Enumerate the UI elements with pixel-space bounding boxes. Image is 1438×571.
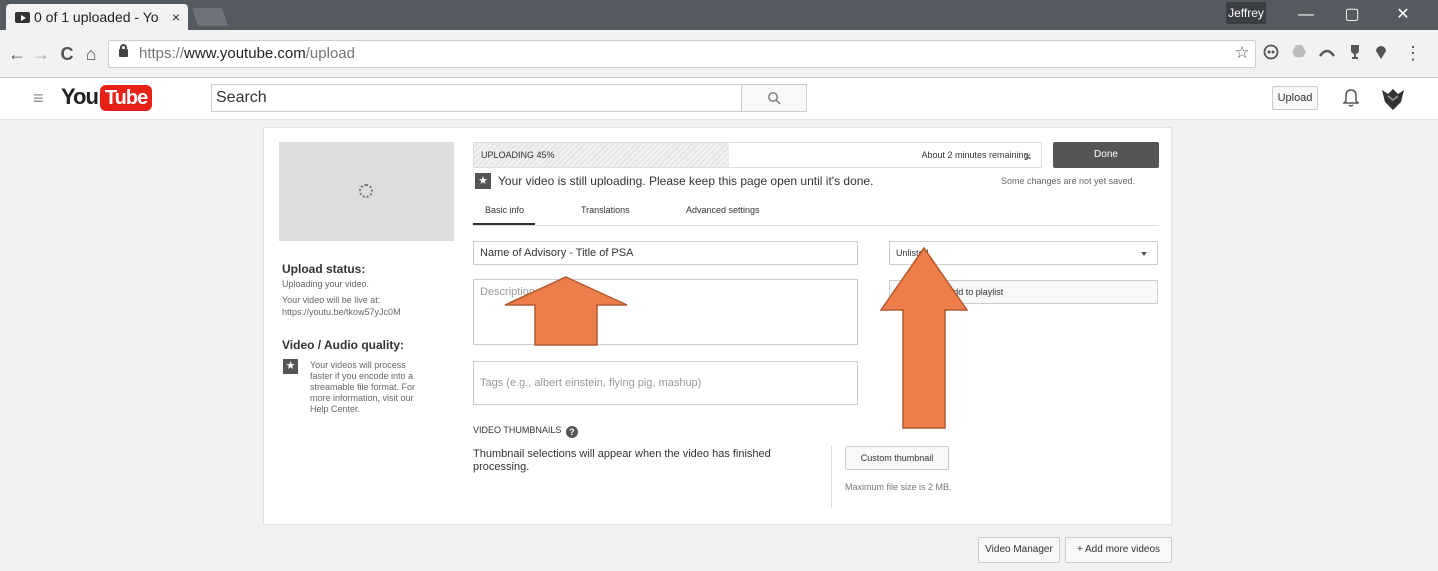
star-icon: ★ bbox=[283, 359, 298, 374]
upload-progress-label: UPLOADING 45% bbox=[481, 150, 555, 160]
browser-tab[interactable]: 0 of 1 uploaded - Yo × bbox=[6, 4, 188, 30]
browser-toolbar: ← → C ⌂ https://www.youtube.com/upload ☆… bbox=[0, 30, 1438, 78]
minimize-button[interactable]: — bbox=[1283, 2, 1329, 28]
annotation-arrow-up-left bbox=[504, 276, 628, 346]
account-avatar[interactable] bbox=[1380, 86, 1406, 112]
upload-progress-bar: UPLOADING 45% About 2 minutes remaining. bbox=[473, 142, 1042, 168]
extension-pin-icon[interactable] bbox=[1372, 44, 1390, 62]
extension-drive-icon[interactable] bbox=[1290, 44, 1308, 62]
browser-title-bar: 0 of 1 uploaded - Yo × Jeffrey — ▢ ✕ bbox=[0, 0, 1438, 30]
url-scheme: https:// bbox=[139, 45, 185, 62]
address-bar[interactable]: https://www.youtube.com/upload bbox=[108, 40, 1256, 68]
tab-translations[interactable]: Translations bbox=[581, 205, 630, 215]
hamburger-menu-icon[interactable]: ≡ bbox=[33, 88, 44, 109]
new-tab-button[interactable] bbox=[191, 8, 229, 26]
video-manager-button[interactable]: Video Manager bbox=[978, 537, 1060, 563]
time-remaining: About 2 minutes remaining. bbox=[921, 150, 1031, 160]
lock-icon bbox=[119, 44, 128, 57]
extension-trophy-icon[interactable] bbox=[1346, 44, 1364, 62]
help-icon[interactable]: ? bbox=[565, 426, 578, 438]
quality-heading: Video / Audio quality: bbox=[282, 338, 405, 352]
unsaved-changes-note: Some changes are not yet saved. bbox=[1001, 176, 1136, 186]
annotation-arrow-up-right bbox=[879, 246, 969, 429]
youtube-favicon-icon bbox=[15, 12, 30, 23]
url-host: www.youtube.com bbox=[184, 45, 306, 62]
extension-quote-icon[interactable] bbox=[1262, 44, 1280, 62]
extension-wave-icon[interactable] bbox=[1318, 44, 1336, 62]
thumbnail-divider bbox=[831, 446, 832, 508]
tab-basic-info[interactable]: Basic info bbox=[485, 205, 524, 215]
bookmark-star-icon[interactable]: ☆ bbox=[1233, 44, 1251, 62]
live-at-text: Your video will be live at: bbox=[282, 295, 381, 305]
maximize-button[interactable]: ▢ bbox=[1329, 2, 1375, 28]
tab-advanced-settings[interactable]: Advanced settings bbox=[686, 205, 760, 215]
logo-you-text: You bbox=[61, 84, 99, 109]
done-button[interactable]: Done bbox=[1053, 142, 1159, 168]
notifications-bell-icon[interactable] bbox=[1342, 88, 1360, 114]
chrome-menu-icon[interactable]: ⋮ bbox=[1404, 44, 1422, 62]
search-input[interactable]: Search bbox=[211, 84, 742, 112]
tags-input[interactable]: Tags (e.g., albert einstein, flying pig,… bbox=[473, 361, 858, 405]
thumbnails-heading-label: VIDEO THUMBNAILS bbox=[473, 425, 562, 435]
tab-divider bbox=[473, 225, 1159, 226]
max-file-size-note: Maximum file size is 2 MB. bbox=[845, 482, 952, 492]
still-uploading-message: Your video is still uploading. Please ke… bbox=[498, 174, 874, 188]
forward-arrow-icon[interactable]: → bbox=[30, 42, 52, 66]
quality-help-text: Your videos will process faster if you e… bbox=[310, 360, 416, 414]
tab-close-icon[interactable]: × bbox=[172, 4, 180, 30]
custom-thumbnail-button[interactable]: Custom thumbnail bbox=[845, 446, 949, 470]
video-title-input[interactable]: Name of Advisory - Title of PSA bbox=[473, 241, 858, 265]
close-window-button[interactable]: ✕ bbox=[1380, 2, 1426, 28]
upload-card: Upload status: Uploading your video. You… bbox=[263, 127, 1172, 525]
upload-status-text: Uploading your video. bbox=[282, 279, 370, 289]
video-preview-placeholder bbox=[279, 142, 454, 241]
video-link[interactable]: https://youtu.be/tkow57yJc0M bbox=[282, 307, 401, 318]
reload-icon[interactable]: C bbox=[56, 42, 78, 66]
logo-tube-text: Tube bbox=[99, 85, 153, 111]
thumbnails-info-text: Thumbnail selections will appear when th… bbox=[473, 448, 771, 473]
dropdown-caret-icon bbox=[1141, 252, 1147, 256]
tab-title: 0 of 1 uploaded - Yo bbox=[34, 9, 159, 25]
search-button[interactable] bbox=[741, 84, 807, 112]
video-thumbnails-heading: VIDEO THUMBNAILS ? bbox=[473, 425, 578, 438]
cancel-upload-icon[interactable]: × bbox=[1024, 149, 1032, 164]
add-more-videos-button[interactable]: + Add more videos bbox=[1065, 537, 1172, 563]
upload-button[interactable]: Upload bbox=[1272, 86, 1318, 110]
youtube-header: ≡ You Tube Search Upload bbox=[0, 78, 1438, 120]
upload-status-heading: Upload status: bbox=[282, 262, 366, 276]
star-icon: ★ bbox=[475, 173, 491, 189]
url-path: /upload bbox=[305, 45, 355, 62]
youtube-logo[interactable]: You Tube bbox=[61, 84, 153, 114]
back-arrow-icon[interactable]: ← bbox=[6, 42, 28, 66]
loading-spinner-icon bbox=[359, 184, 373, 198]
profile-name-badge[interactable]: Jeffrey bbox=[1226, 2, 1266, 24]
home-icon[interactable]: ⌂ bbox=[80, 42, 102, 66]
search-icon bbox=[768, 92, 781, 105]
